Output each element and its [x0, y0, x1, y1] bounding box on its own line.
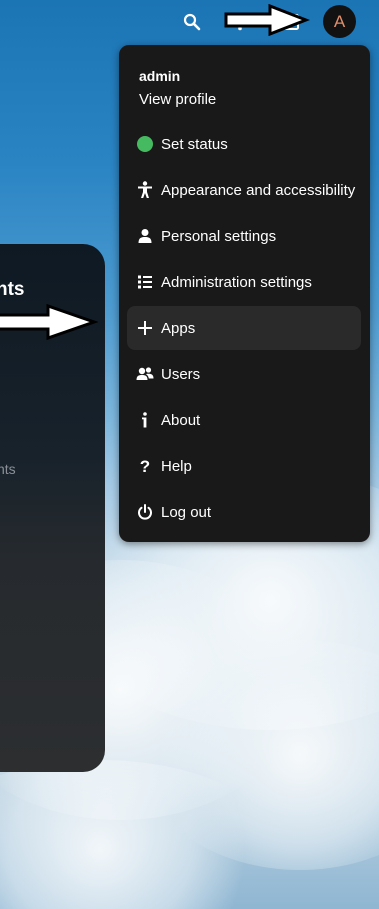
plus-icon [129, 321, 161, 335]
user-menu-header[interactable]: admin View profile [139, 67, 216, 110]
menu-item-help[interactable]: ? Help [127, 444, 361, 488]
arrow-right-icon [0, 304, 98, 340]
info-icon [129, 412, 161, 428]
power-icon [129, 504, 161, 520]
users-icon [129, 366, 161, 382]
arrow-right-icon [224, 4, 310, 36]
help-icon: ? [139, 456, 151, 476]
accessibility-icon [129, 181, 161, 199]
user-menu: admin View profile Set status Appearance… [119, 45, 370, 542]
menu-item-label: Users [161, 365, 201, 383]
menu-item-label: Log out [161, 503, 212, 521]
menu-item-appearance[interactable]: Appearance and accessibility [127, 168, 361, 212]
menu-item-administration-settings[interactable]: Administration settings [127, 260, 361, 304]
menu-item-about[interactable]: About [127, 398, 361, 442]
menu-item-label: Set status [161, 135, 228, 153]
menu-item-set-status[interactable]: Set status [127, 122, 361, 166]
search-icon[interactable] [180, 10, 204, 34]
menu-item-label: Personal settings [161, 227, 277, 245]
menu-item-log-out[interactable]: Log out [127, 490, 361, 534]
dashboard-panel-subtitle: nts [0, 461, 16, 477]
menu-item-personal-settings[interactable]: Personal settings [127, 214, 361, 258]
menu-item-label: About [161, 411, 201, 429]
page-background: A nts nts admin View profile Set status [0, 0, 379, 909]
person-icon [129, 228, 161, 244]
menu-item-users[interactable]: Users [127, 352, 361, 396]
menu-item-label: Apps [161, 319, 196, 337]
menu-item-label: Help [161, 457, 192, 475]
status-dot-icon [129, 136, 161, 152]
dashboard-panel-title: nts [0, 279, 25, 300]
username: admin [139, 68, 181, 84]
menu-item-label: Administration settings [161, 273, 312, 291]
avatar[interactable]: A [323, 5, 356, 38]
menu-item-apps[interactable]: Apps [127, 306, 361, 350]
menu-item-label: Appearance and accessibility [161, 181, 356, 199]
top-header: A [0, 0, 379, 44]
avatar-letter: A [333, 11, 346, 31]
view-profile-link[interactable]: View profile [139, 90, 216, 110]
list-icon [129, 274, 161, 290]
